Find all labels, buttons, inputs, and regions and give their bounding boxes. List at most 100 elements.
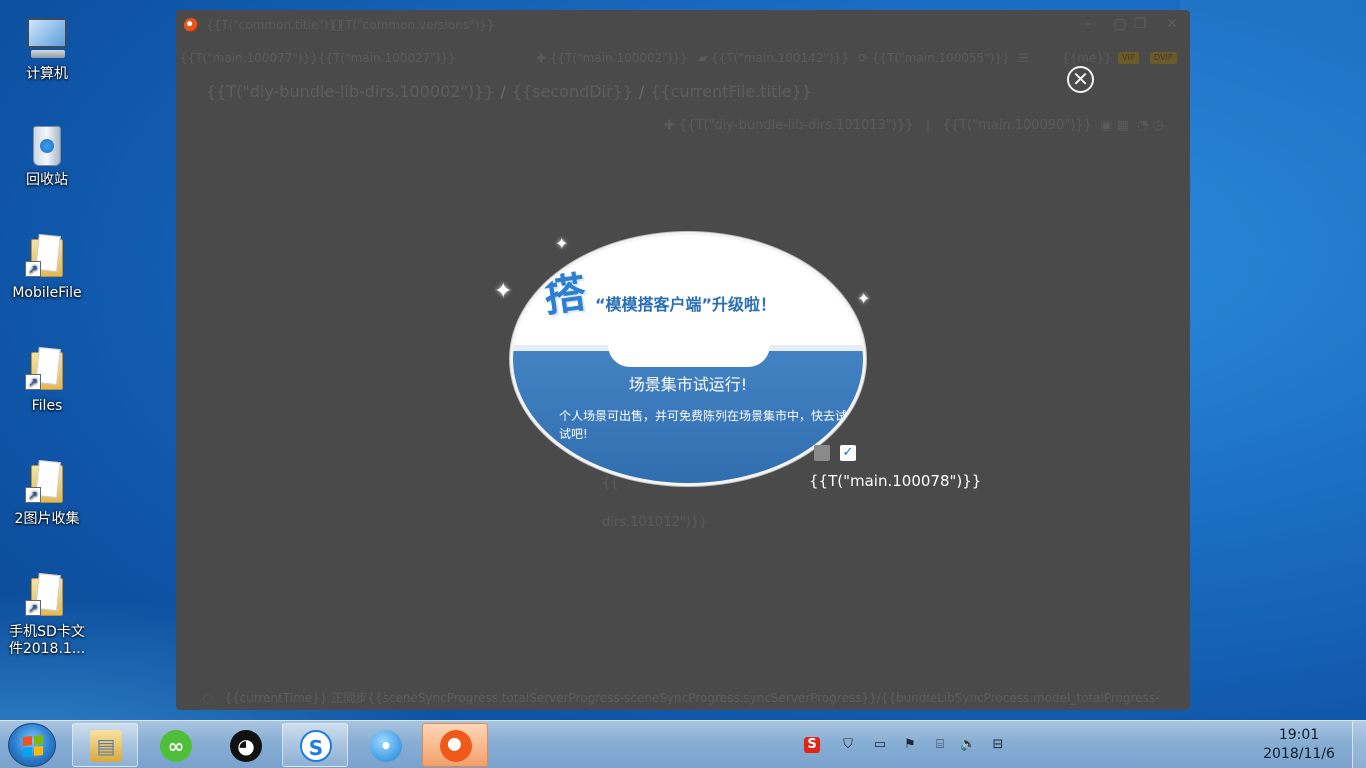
show-desktop-button[interactable] <box>1352 721 1366 768</box>
toolbar-left-label[interactable]: {{T("main.100077")}}{{T("main.100027")}} <box>180 48 456 68</box>
toolbar-folder-label: {{T("main.100142")}} <box>711 51 849 65</box>
dvip-badge: DVIP <box>1150 52 1177 64</box>
app-title: {{T("common.title")}} <box>206 18 344 32</box>
wechat-icon: ∞ <box>160 730 192 762</box>
usb-device-icon[interactable]: ⌸ <box>932 737 948 753</box>
folder-shortcut-icon: ↗ <box>23 459 71 507</box>
empty-hint: dirs.101012")}} <box>602 515 708 530</box>
breadcrumb-second[interactable]: {{secondDir}} <box>512 82 633 101</box>
folder-shortcut-icon: ↗ <box>23 346 71 394</box>
taskbar-feiq[interactable]: • <box>352 723 418 767</box>
popup-title: “模模搭客户端”升级啦！ <box>595 295 777 314</box>
breadcrumb-separator: / <box>638 82 645 101</box>
breadcrumb: {{T("diy-bundle-lib-dirs.100002")}} / {{se… <box>206 82 812 101</box>
taskbar-clock[interactable]: 19:01 2018/11/6 <box>1254 726 1344 764</box>
desktop-icon-computer[interactable]: 计算机 <box>4 14 90 83</box>
flag-app-icon[interactable]: ⚑ <box>902 737 918 753</box>
momoda-app-icon <box>440 730 472 762</box>
app-titlebar: {{T("common.title")}} {{T("common.versio… <box>176 10 1190 40</box>
sparkle-icon: ✦ <box>555 234 569 253</box>
plus-icon: ✚ <box>536 51 550 65</box>
popup-close-button[interactable]: ✕ <box>1067 66 1094 93</box>
tablet-icon[interactable]: ▭ <box>872 737 888 753</box>
recycle-bin-icon <box>23 120 71 168</box>
desktop-icon-label: MobileFile <box>12 285 82 301</box>
statusbar-text: {{currentTime}} 正同步{{sceneSyncProgress.t… <box>224 691 1160 705</box>
taskbar: ▤ ∞ ◕ S • S ⛉ ▭ ⚑ ⌸ 🔈 ⊟ 19:01 2018/11/6 <box>0 720 1366 768</box>
desktop-icon-label: 2图片收集 <box>14 511 80 527</box>
desktop-icon-mobilefile[interactable]: ↗ MobileFile <box>4 233 90 302</box>
sub-filter-label[interactable]: {{T("main.100090")}} <box>943 118 1092 133</box>
sparkle-icon: ✦ <box>857 289 871 308</box>
breadcrumb-root[interactable]: {{T("diy-bundle-lib-dirs.100002")}} <box>206 82 494 101</box>
close-icon: ✕ <box>1072 67 1089 91</box>
taskbar-file-explorer[interactable]: ▤ <box>72 723 138 767</box>
toolbar-sync-button[interactable]: ⟳ {{T("main.100055")}} <box>858 48 1010 68</box>
taskbar-wechat[interactable]: ∞ <box>142 723 208 767</box>
toolbar-add-button[interactable]: ✚ {{T("main.100002")}} <box>536 48 688 68</box>
checkmark-icon: ✓ <box>842 445 854 460</box>
brand-logo-icon: 搭 <box>540 267 590 322</box>
app-version: {{T("common.versions")}} <box>330 18 495 32</box>
breadcrumb-separator: / <box>500 82 506 101</box>
qq-penguin-icon: ◕ <box>230 730 262 762</box>
vip-badge: VIP <box>1118 52 1139 64</box>
dismiss-checkbox-checked[interactable]: ✓ <box>840 445 856 461</box>
close-icon[interactable]: ✕ <box>1164 16 1180 32</box>
clock-icon[interactable]: ◷ <box>1153 118 1164 133</box>
taskbar-momoda-client[interactable] <box>422 723 488 767</box>
start-button[interactable] <box>8 723 56 767</box>
water-drop-icon: • <box>370 730 402 762</box>
sogou-ime-icon[interactable]: S <box>804 737 820 753</box>
sub-add-button[interactable]: ✚ {{T("diy-bundle-lib-dirs.101013")}} <box>664 118 913 133</box>
network-icon[interactable]: ⊟ <box>990 737 1006 753</box>
popup-body-text: 个人场景可出售，并可免费陈列在场景集市中，快去试试吧! <box>559 409 848 441</box>
shield-icon[interactable]: ⛉ <box>840 737 856 753</box>
statusbar: ◌ {{currentTime}} 正同步{{sceneSyncProgress… <box>176 686 1190 710</box>
windows-logo-icon <box>23 734 43 758</box>
toolbar-folder-button[interactable]: ▰ {{T("main.100142")}} <box>698 48 849 68</box>
clock-icon[interactable]: ◔ <box>1133 118 1148 133</box>
app-toolbar: {{T("main.100077")}}{{T("main.100027")}}… <box>176 48 1190 68</box>
desktop-icon-sd-card-files[interactable]: ↗ 手机SD卡文件2018.1... <box>4 572 90 658</box>
desktop-icon-label: 手机SD卡文件2018.1... <box>8 624 86 657</box>
toolbar-add-label: {{T("main.100002")}} <box>549 51 688 65</box>
menu-icon[interactable]: ☰ <box>1018 48 1029 68</box>
sync-icon: ⟳ <box>858 51 872 65</box>
clock-time: 19:01 <box>1278 727 1320 743</box>
divider: | <box>917 118 939 133</box>
desktop-icon-recycle-bin[interactable]: 回收站 <box>4 120 90 189</box>
app-logo-icon <box>184 18 198 32</box>
popup-tab <box>608 323 770 367</box>
calendar-icon[interactable]: ▦ <box>1117 118 1129 133</box>
desktop-icon-image-collection[interactable]: ↗ 2图片收集 <box>4 459 90 528</box>
maximize-icon[interactable]: ❐ <box>1132 16 1148 32</box>
restore-icon[interactable]: ▢ <box>1112 16 1128 32</box>
breadcrumb-current: {{currentFile.title}} <box>650 82 812 101</box>
folder-shortcut-icon: ↗ <box>23 572 71 620</box>
wallpaper-light <box>1180 0 1366 720</box>
dismiss-checkbox-label[interactable]: {{T("main.100078")}} <box>809 472 981 490</box>
desktop-icon-files[interactable]: ↗ Files <box>4 346 90 415</box>
sub-add-label: {{T("diy-bundle-lib-dirs.101013")}} <box>679 118 914 133</box>
toolbar-sync-label: {{T("main.100055")}} <box>871 51 1010 65</box>
plus-icon: ✚ <box>664 118 680 133</box>
popup-subtitle: 场景集市试运行! <box>628 375 748 394</box>
calendar-icon[interactable]: ▣ <box>1096 118 1112 133</box>
folder-shortcut-icon: ↗ <box>23 233 71 281</box>
clock-date: 2018/11/6 <box>1263 746 1335 762</box>
user-menu[interactable]: {{me}} <box>1062 48 1112 68</box>
minimize-icon[interactable]: – <box>1080 16 1096 32</box>
file-explorer-icon: ▤ <box>90 730 122 762</box>
loading-icon: ◌ <box>202 691 213 705</box>
dismiss-checkbox-unchecked[interactable] <box>814 445 830 461</box>
taskbar-sogou-browser[interactable]: S <box>282 723 348 767</box>
update-popup: 搭 “模模搭客户端”升级啦！ 场景集市试运行! 个人场景可出售，并可免费陈列在场… <box>510 232 866 486</box>
computer-icon <box>23 14 71 62</box>
volume-icon[interactable]: 🔈 <box>960 737 976 753</box>
sparkle-icon: ✦ <box>494 279 513 304</box>
desktop-icon-label: 计算机 <box>26 66 68 82</box>
sogou-browser-icon: S <box>300 730 332 762</box>
taskbar-qq[interactable]: ◕ <box>212 723 278 767</box>
folder-icon: ▰ <box>698 51 712 65</box>
